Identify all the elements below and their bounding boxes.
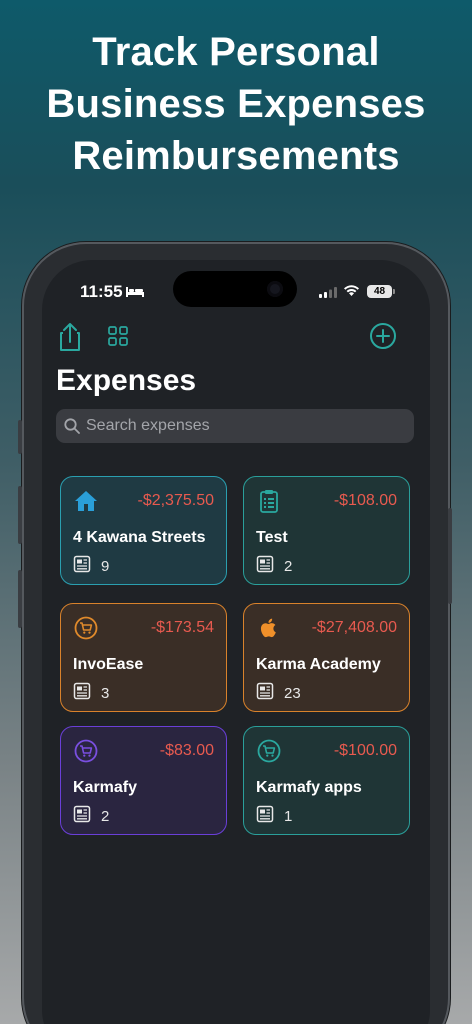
phone-volume-down bbox=[18, 570, 22, 628]
expense-card[interactable]: -$83.00 Karmafy 2 bbox=[60, 726, 227, 835]
receipt-icon bbox=[256, 805, 274, 828]
receipt-icon bbox=[73, 805, 91, 828]
receipt-count-value: 9 bbox=[101, 558, 110, 575]
battery-indicator: 48 bbox=[367, 285, 395, 298]
expense-name: Karmafy bbox=[73, 779, 138, 796]
expense-card[interactable]: -$100.00 Karmafy apps 1 bbox=[243, 726, 410, 835]
expense-amount: -$173.54 bbox=[150, 619, 214, 636]
expense-amount: -$2,375.50 bbox=[137, 492, 214, 509]
search-bar[interactable] bbox=[56, 409, 414, 443]
headline-line-2: Business Expenses bbox=[46, 82, 426, 126]
front-camera bbox=[267, 281, 283, 297]
page-title: Expenses bbox=[56, 364, 197, 397]
expense-amount: -$100.00 bbox=[333, 742, 397, 759]
expense-name: Karma Academy bbox=[256, 656, 381, 673]
phone-side-button bbox=[18, 420, 22, 454]
share-icon[interactable] bbox=[58, 322, 82, 352]
expense-name: Test bbox=[256, 529, 288, 546]
expense-card[interactable]: -$108.00 Test 2 bbox=[243, 476, 410, 585]
expense-card[interactable]: -$27,408.00 Karma Academy 23 bbox=[243, 603, 410, 712]
receipt-count-value: 1 bbox=[284, 808, 293, 825]
expense-amount: -$27,408.00 bbox=[311, 619, 397, 636]
apple-icon bbox=[257, 616, 281, 640]
expense-card[interactable]: -$173.54 InvoEase 3 bbox=[60, 603, 227, 712]
clipboard-icon bbox=[257, 489, 281, 513]
expense-name: Karmafy apps bbox=[256, 779, 362, 796]
dynamic-island bbox=[173, 271, 297, 307]
headline-line-3: Reimbursements bbox=[72, 134, 400, 178]
receipt-icon bbox=[73, 555, 91, 578]
receipt-count: 1 bbox=[256, 805, 292, 828]
receipt-count: 9 bbox=[73, 555, 109, 578]
bed-icon bbox=[126, 287, 144, 297]
receipt-icon bbox=[73, 682, 91, 705]
cart-icon bbox=[74, 739, 98, 763]
grid-view-icon[interactable] bbox=[108, 326, 128, 346]
receipt-icon bbox=[256, 682, 274, 705]
receipt-count: 2 bbox=[256, 555, 292, 578]
cart-icon bbox=[74, 616, 98, 640]
receipt-count-value: 2 bbox=[101, 808, 110, 825]
house-icon bbox=[74, 489, 98, 513]
expense-amount: -$108.00 bbox=[333, 492, 397, 509]
receipt-count-value: 3 bbox=[101, 685, 110, 702]
expense-card[interactable]: -$2,375.50 4 Kawana Streets 9 bbox=[60, 476, 227, 585]
headline-line-1: Track Personal bbox=[92, 30, 380, 74]
phone-volume-up bbox=[18, 486, 22, 544]
receipt-count: 2 bbox=[73, 805, 109, 828]
cart-icon bbox=[257, 739, 281, 763]
receipt-count-value: 23 bbox=[284, 685, 301, 702]
receipt-count: 3 bbox=[73, 682, 109, 705]
receipt-count: 23 bbox=[256, 682, 301, 705]
cellular-signal-icon bbox=[319, 287, 337, 298]
receipt-icon bbox=[256, 555, 274, 578]
wifi-icon bbox=[344, 285, 359, 296]
expense-amount: -$83.00 bbox=[159, 742, 214, 759]
receipt-count-value: 2 bbox=[284, 558, 293, 575]
expense-name: InvoEase bbox=[73, 656, 144, 673]
search-icon bbox=[64, 418, 80, 434]
headline: Track Personal Business Expenses Reimbur… bbox=[0, 26, 472, 182]
phone-screen: 11:55 48 Expenses Search expenses -$2,37… bbox=[42, 260, 430, 1024]
phone-power-button bbox=[448, 508, 452, 604]
search-input[interactable] bbox=[86, 417, 386, 435]
add-expense-button[interactable] bbox=[369, 322, 397, 350]
status-time: 11:55 bbox=[80, 282, 123, 301]
expense-name: 4 Kawana Streets bbox=[73, 529, 206, 546]
